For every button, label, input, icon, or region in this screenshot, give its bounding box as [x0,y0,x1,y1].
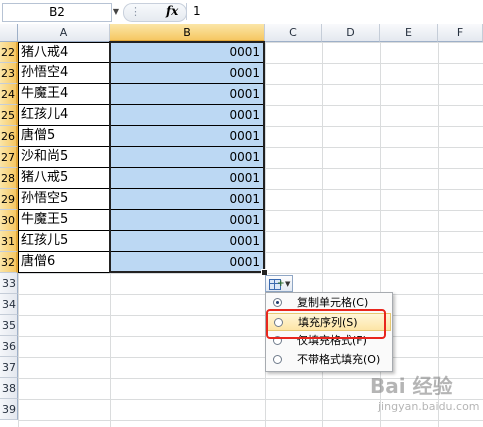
cell-a[interactable]: 牛魔王5 [18,210,110,231]
cell-a[interactable]: 猪八戒5 [18,168,110,189]
cell-b[interactable]: 0001 [110,210,264,231]
row-header[interactable]: 35 [0,315,18,336]
cell-b[interactable]: 0001 [110,168,264,189]
column-header-c[interactable]: C [265,24,322,42]
cell-b[interactable]: 0001 [110,126,264,147]
row-header[interactable]: 29 [0,189,18,210]
column-header-e[interactable]: E [380,24,438,42]
row-header[interactable]: 32 [0,252,18,273]
radio-icon [273,355,282,364]
cell-b[interactable]: 0001 [110,42,264,63]
row-header[interactable]: 36 [0,336,18,357]
row-header[interactable]: 23 [0,63,18,84]
cell-a[interactable]: 唐僧5 [18,126,110,147]
name-box-dropdown-icon[interactable]: ▼ [111,3,121,20]
cell-b[interactable]: 0001 [110,105,264,126]
menu-item-fill-series[interactable]: 填充序列(S) [267,313,391,331]
auto-fill-options-menu: 复制单元格(C) 填充序列(S) 仅填充格式(F) 不带格式填充(O) [265,292,393,372]
menu-item-fill-formatting-only[interactable]: 仅填充格式(F) [267,332,391,350]
cell-a[interactable]: 红孩儿4 [18,105,110,126]
cell-b[interactable]: 0001 [110,63,264,84]
radio-icon [273,336,282,345]
menu-item-fill-without-formatting[interactable]: 不带格式填充(O) [267,351,391,369]
row-header[interactable]: 38 [0,378,18,399]
row-header[interactable]: 31 [0,231,18,252]
row-header[interactable]: 39 [0,399,18,420]
row-header[interactable]: 25 [0,105,18,126]
cell-b[interactable]: 0001 [110,252,264,273]
menu-item-label: 不带格式填充(O) [297,353,381,366]
name-box[interactable]: B2 [2,3,112,22]
row-header[interactable]: 27 [0,147,18,168]
column-header-d[interactable]: D [322,24,380,42]
row-header[interactable]: 28 [0,168,18,189]
menu-item-copy-cells[interactable]: 复制单元格(C) [267,294,391,312]
cell-a[interactable]: 猪八戒4 [18,42,110,63]
column-header-f[interactable]: F [438,24,483,42]
cell-b[interactable]: 0001 [110,231,264,252]
plus-icon: + [277,279,285,289]
cell-a[interactable]: 牛魔王4 [18,84,110,105]
row-header[interactable]: 37 [0,357,18,378]
watermark-text: Bai 经验 [370,374,453,398]
splitter-icon[interactable]: ⋮ [130,5,141,18]
insert-function-button[interactable]: fx [166,3,178,20]
menu-item-label: 仅填充格式(F) [297,334,367,347]
column-header-a[interactable]: A [18,24,110,42]
menu-item-label: 复制单元格(C) [297,296,369,309]
formula-bar: B2 ▼ ⋮ fx 1 [0,0,483,25]
cell-b[interactable]: 0001 [110,147,264,168]
formula-input[interactable]: 1 [186,3,483,20]
radio-icon [274,318,283,327]
cell-a[interactable]: 孙悟空4 [18,63,110,84]
radio-checked-icon [273,298,282,307]
row-header[interactable]: 26 [0,126,18,147]
cell-a[interactable]: 红孩儿5 [18,231,110,252]
auto-fill-options-button[interactable]: + ▼ [265,275,293,292]
cell-b[interactable]: 0001 [110,189,264,210]
row-header[interactable]: 30 [0,210,18,231]
watermark: Bai 经验 jingyan.baidu.com [370,370,480,422]
row-header[interactable]: 34 [0,294,18,315]
menu-item-label: 填充序列(S) [298,316,358,329]
row-header[interactable]: 22 [0,42,18,63]
dropdown-arrow-icon: ▼ [285,280,291,288]
row-header[interactable]: 24 [0,84,18,105]
cell-a[interactable]: 唐僧6 [18,252,110,273]
cell-a[interactable]: 孙悟空5 [18,189,110,210]
select-all-corner[interactable] [0,24,18,42]
watermark-subtext: jingyan.baidu.com [378,400,480,413]
row-header[interactable]: 33 [0,273,18,294]
cell-a[interactable]: 沙和尚5 [18,147,110,168]
cell-b[interactable]: 0001 [110,84,264,105]
column-header-b[interactable]: B [110,24,265,42]
